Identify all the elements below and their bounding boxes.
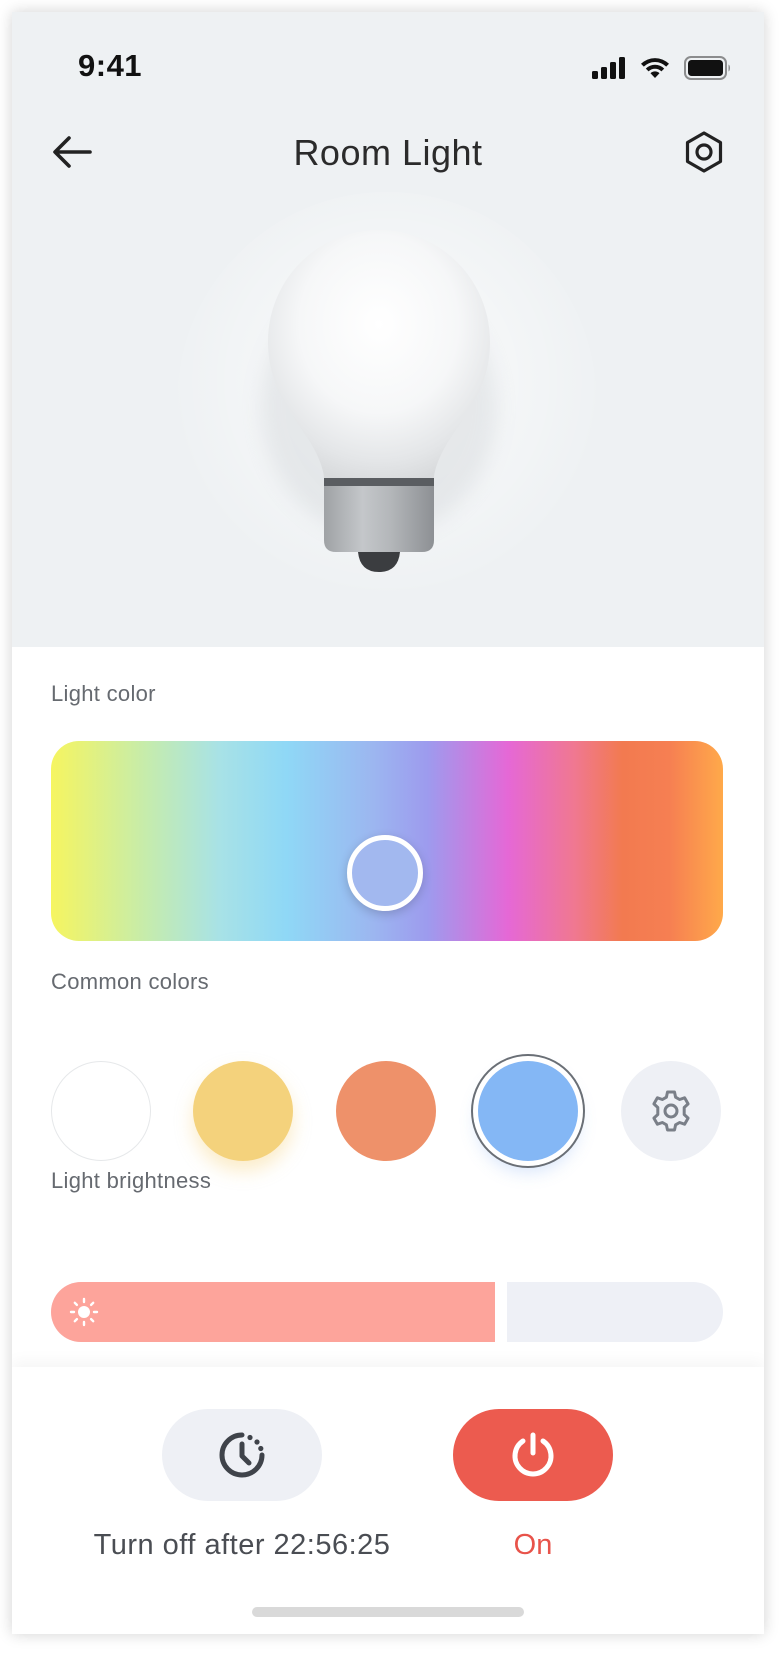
timer-button[interactable]: [162, 1409, 322, 1501]
swatch-blue-selected[interactable]: [478, 1061, 578, 1161]
page-title: Room Light: [293, 132, 483, 173]
brightness-slider[interactable]: [51, 1282, 723, 1342]
power-button[interactable]: [453, 1409, 613, 1501]
common-colors-label: Common colors: [51, 969, 209, 994]
brightness-slider-handle[interactable]: [495, 1274, 507, 1350]
brightness-slider-fill: [51, 1282, 501, 1342]
nav-bar: Room Light: [12, 112, 764, 192]
power-icon: [512, 1432, 554, 1477]
gear-icon: [652, 1090, 690, 1132]
light-bulb-illustration: [162, 192, 612, 632]
sun-icon: [69, 1297, 99, 1327]
swatch-orange[interactable]: [336, 1061, 436, 1161]
device-settings-button[interactable]: [680, 128, 728, 176]
bulb-header-area: 9:41 Room Light: [12, 12, 764, 647]
light-color-label: Light color: [51, 681, 156, 706]
home-indicator[interactable]: [252, 1607, 524, 1617]
signal-icon: [592, 57, 625, 79]
light-brightness-label: Light brightness: [51, 1168, 212, 1193]
hexagon-settings-icon: [685, 131, 723, 173]
common-colors-row: [51, 1061, 723, 1161]
phone-screen: 9:41 Room Light Light color Common color…: [12, 12, 764, 1634]
power-state-label: On: [513, 1529, 553, 1561]
light-bulb-icon: [261, 230, 497, 572]
status-bar: 9:41: [12, 12, 764, 100]
wifi-icon: [641, 58, 669, 78]
color-spectrum-picker[interactable]: [51, 741, 723, 941]
timer-countdown-label: Turn off after 22:56:25: [93, 1529, 391, 1561]
color-picker-handle[interactable]: [347, 835, 423, 911]
clock-timer-icon: [219, 1432, 265, 1478]
custom-color-button[interactable]: [621, 1061, 721, 1161]
bottom-action-bar: Turn off after 22:56:25 On: [12, 1367, 764, 1634]
swatch-yellow[interactable]: [193, 1061, 293, 1161]
battery-icon: [684, 56, 730, 80]
status-time: 9:41: [78, 48, 143, 83]
controls-panel: Light color Common colors Light brightne…: [12, 647, 764, 1367]
swatch-white[interactable]: [51, 1061, 151, 1161]
status-icons: [592, 56, 732, 80]
